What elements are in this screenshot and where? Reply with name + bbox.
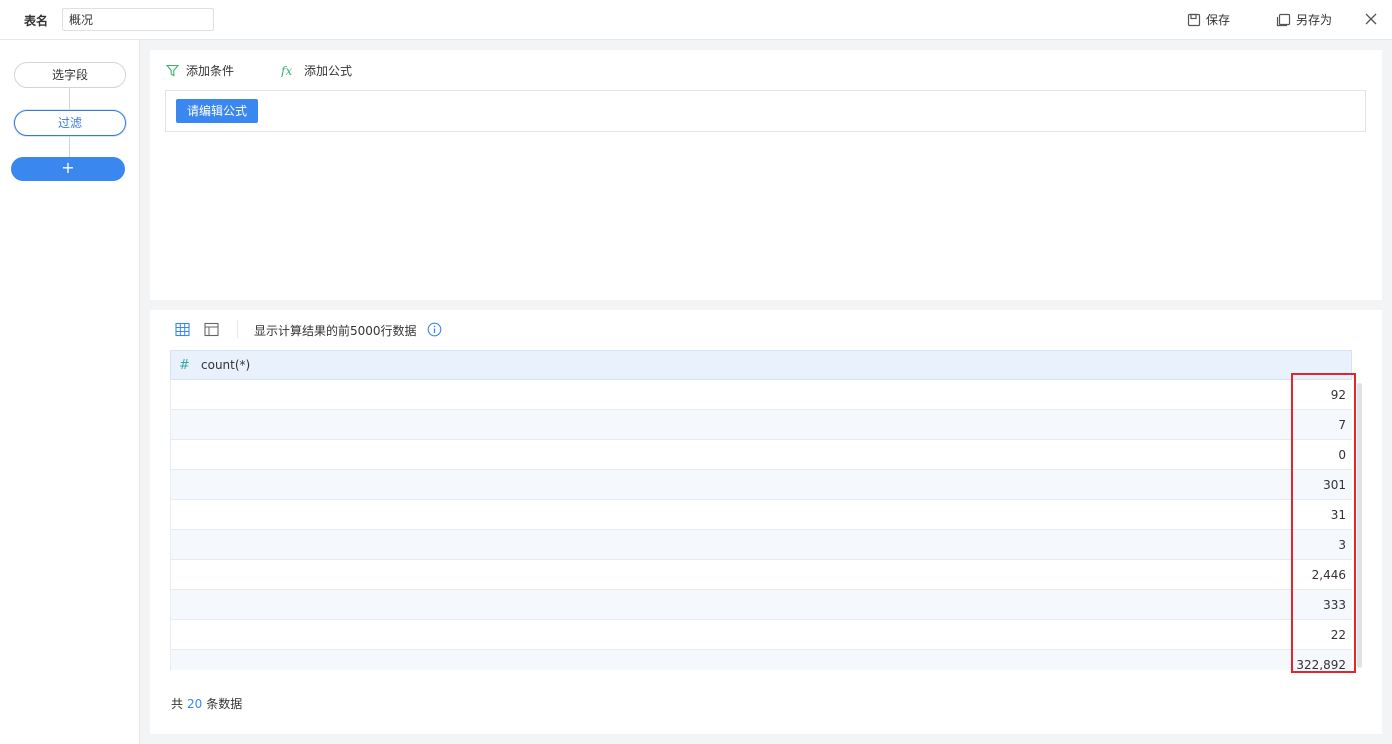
table-header: # count(*) <box>170 350 1352 380</box>
save-button[interactable]: 保存 <box>1187 11 1230 28</box>
close-icon[interactable] <box>1364 12 1378 26</box>
table-cell: 92 <box>1330 388 1346 402</box>
table-row: 333 <box>170 590 1352 620</box>
top-bar: 表名 保存 另存为 <box>0 0 1392 40</box>
table-name-input[interactable] <box>62 8 214 31</box>
table-row: 3 <box>170 530 1352 560</box>
table-cell: 7 <box>1338 418 1346 432</box>
table-cell: 333 <box>1323 598 1346 612</box>
step-connector <box>69 136 70 157</box>
table-row: 301 <box>170 470 1352 500</box>
table-row: 31 <box>170 500 1352 530</box>
save-as-icon <box>1276 13 1291 26</box>
table-name-label: 表名 <box>24 14 49 28</box>
step-select-fields[interactable]: 选字段 <box>14 62 126 88</box>
layout-view-icon[interactable] <box>204 322 219 337</box>
table-row: 7 <box>170 410 1352 440</box>
table-cell: 301 <box>1323 478 1346 492</box>
table-row: 22 <box>170 620 1352 650</box>
total-count: 共 20 条数据 <box>171 695 242 712</box>
save-label: 保存 <box>1206 13 1231 27</box>
result-panel: 显示计算结果的前5000行数据 # count(*) 92 7 0 301 31… <box>150 310 1382 734</box>
save-icon <box>1187 13 1201 26</box>
step-sidebar: 选字段 过滤 + <box>0 40 140 744</box>
table-cell: 322,892 <box>1296 658 1346 670</box>
fx-icon: fx <box>281 64 292 77</box>
total-prefix: 共 <box>171 697 184 711</box>
table-row: 2,446 <box>170 560 1352 590</box>
info-icon[interactable] <box>427 322 442 337</box>
table-scrollbar[interactable] <box>1357 383 1362 668</box>
table-cell: 22 <box>1330 628 1346 642</box>
table-cell: 3 <box>1338 538 1346 552</box>
table-cell: 31 <box>1330 508 1346 522</box>
total-suffix: 条数据 <box>206 697 243 711</box>
column-header-count[interactable]: count(*) <box>201 358 250 372</box>
table-row: 92 <box>170 380 1352 410</box>
add-step-button[interactable]: + <box>11 157 125 181</box>
filter-icon <box>166 64 179 77</box>
add-formula-label: 添加公式 <box>304 64 353 78</box>
result-notice: 显示计算结果的前5000行数据 <box>254 324 417 338</box>
svg-text:fx: fx <box>281 64 292 77</box>
total-number: 20 <box>187 697 203 711</box>
table-cell: 2,446 <box>1311 568 1346 582</box>
save-as-label: 另存为 <box>1296 13 1333 27</box>
edit-formula-button[interactable]: 请编辑公式 <box>176 99 259 123</box>
table-cell: 0 <box>1338 448 1346 462</box>
add-condition-label: 添加条件 <box>186 64 235 78</box>
step-connector <box>69 88 70 110</box>
formula-editor[interactable]: 请编辑公式 <box>165 90 1366 132</box>
table-view-icon[interactable] <box>175 322 190 337</box>
table-row: 322,892 <box>170 650 1352 670</box>
result-table: # count(*) 92 7 0 301 31 3 2,446 333 22 … <box>170 350 1352 670</box>
save-as-button[interactable]: 另存为 <box>1276 11 1332 28</box>
step-filter[interactable]: 过滤 <box>14 110 126 136</box>
add-condition-button[interactable]: 添加条件 <box>166 62 234 79</box>
toolbar-divider <box>237 320 238 338</box>
add-formula-button[interactable]: fx 添加公式 <box>281 62 352 79</box>
formula-panel: 添加条件 fx 添加公式 请编辑公式 <box>150 50 1382 300</box>
table-row: 0 <box>170 440 1352 470</box>
number-type-icon: # <box>179 357 190 373</box>
